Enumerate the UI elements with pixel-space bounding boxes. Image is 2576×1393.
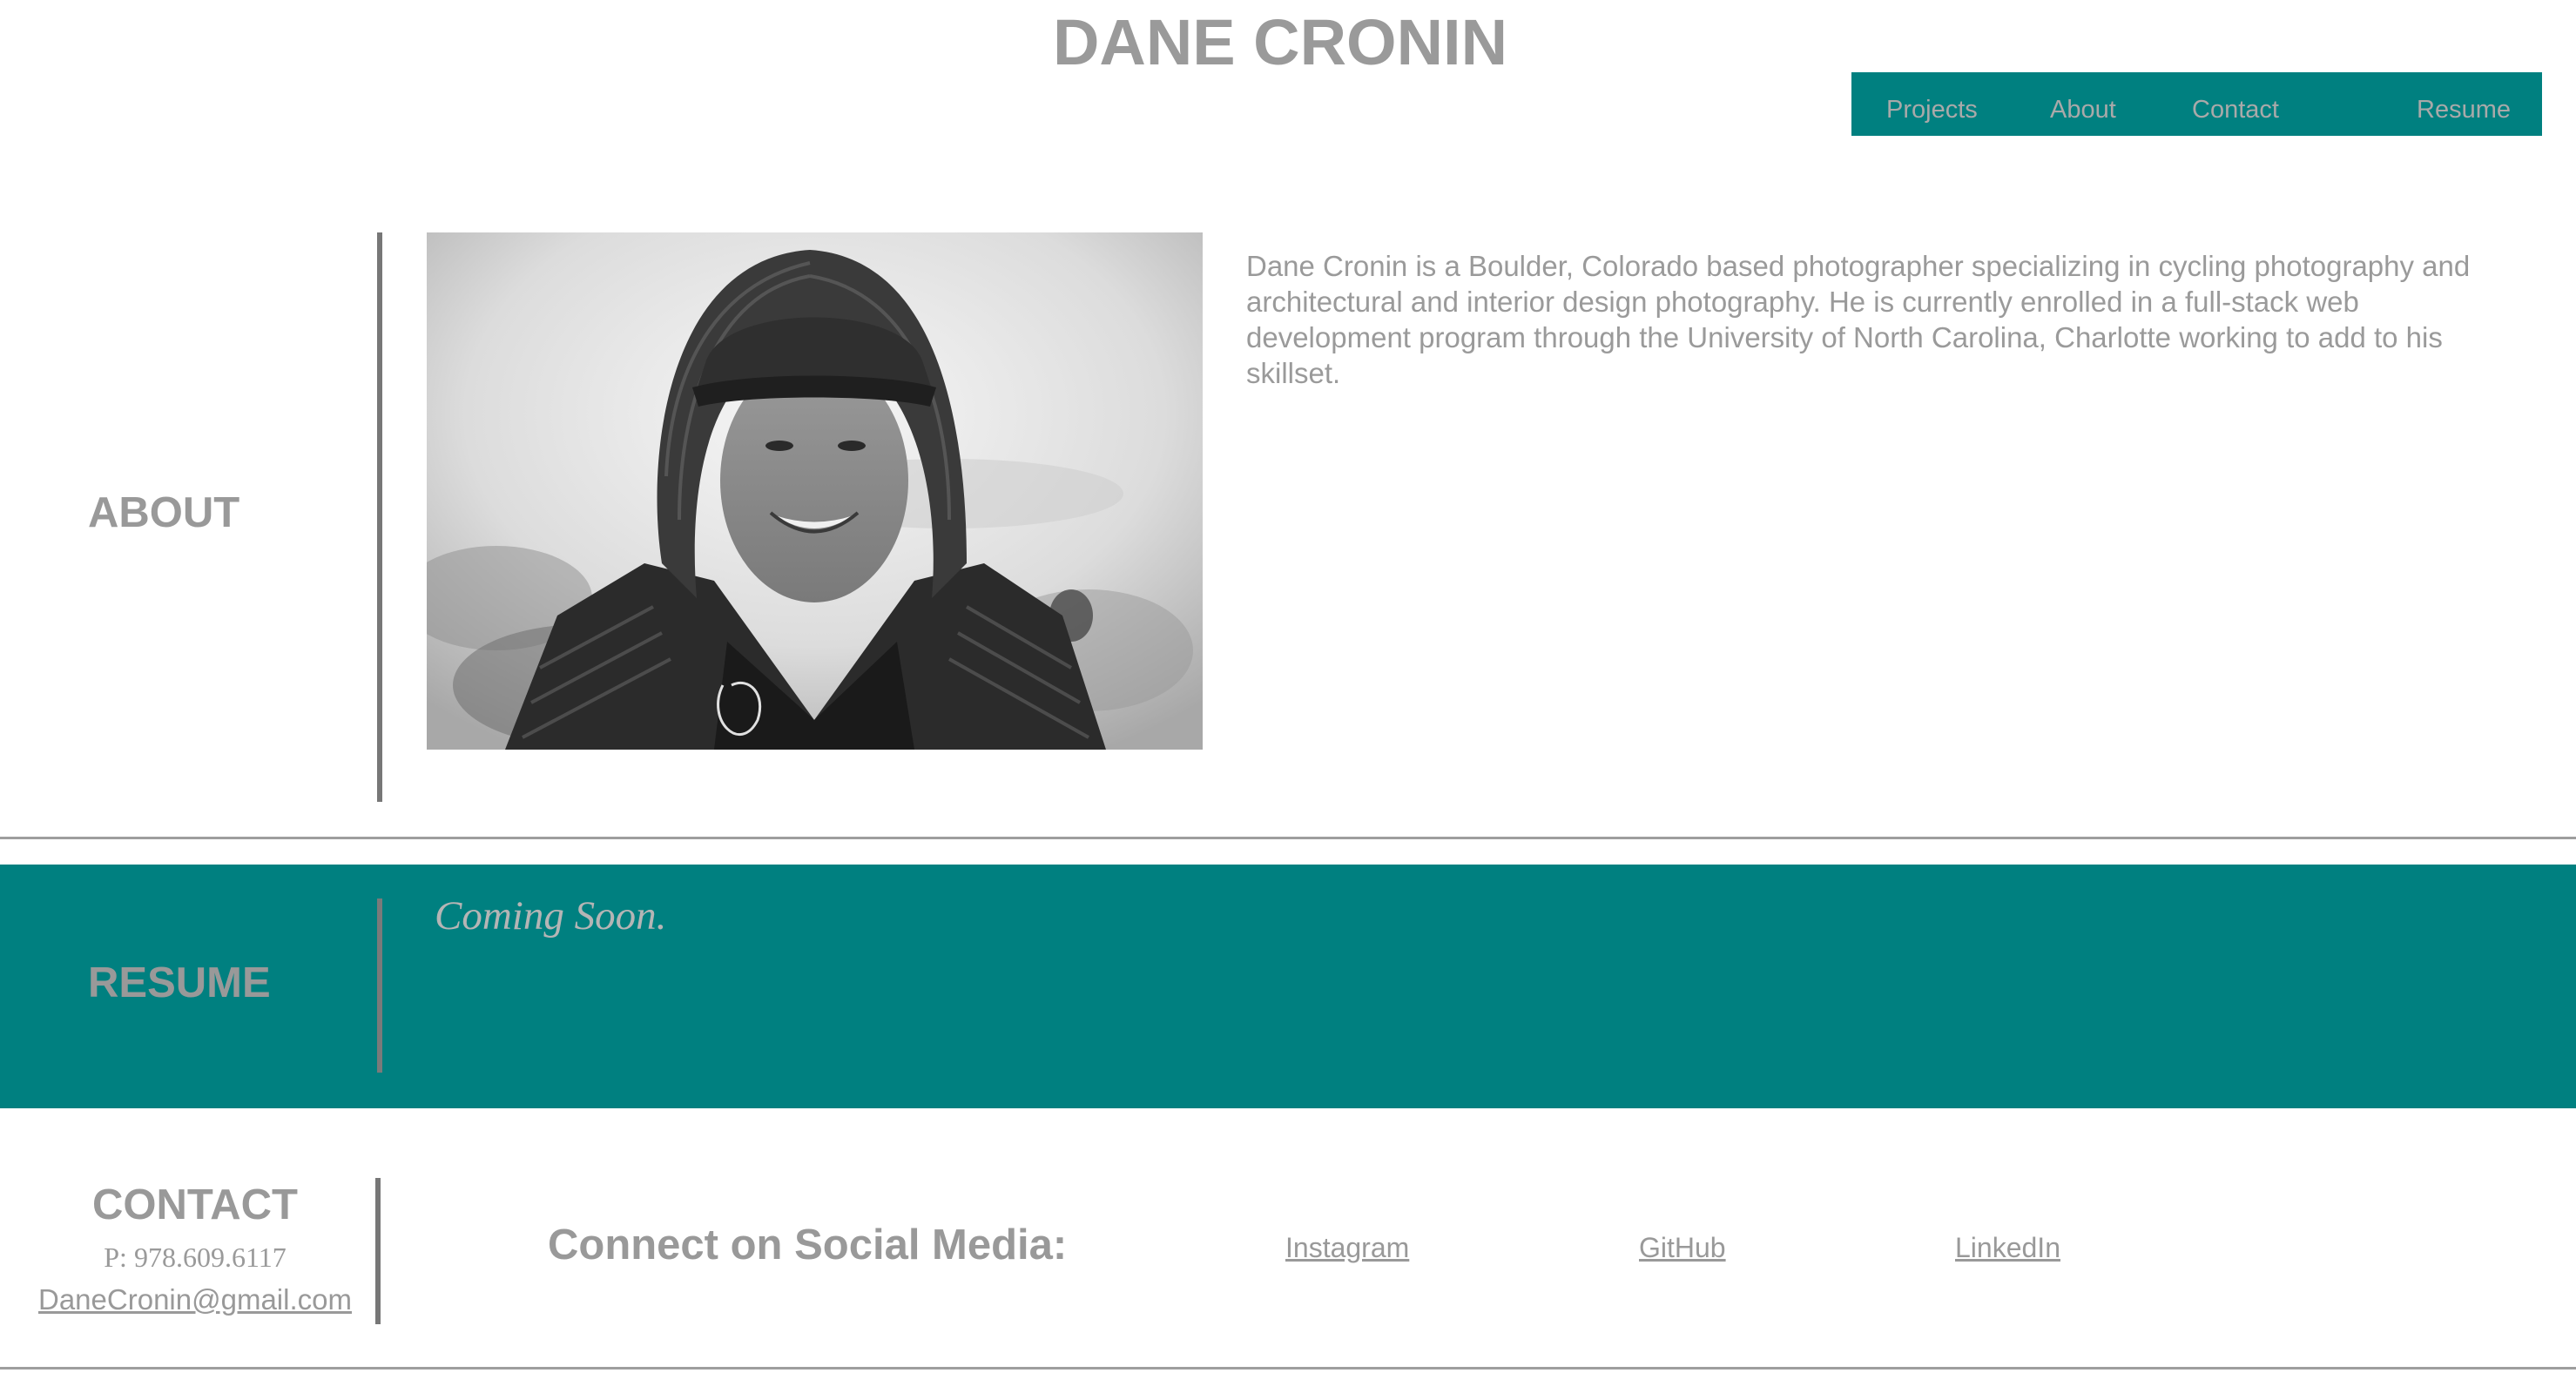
navbar: Projects About Contact Resume [1851, 72, 2542, 136]
about-divider [377, 232, 382, 802]
github-link[interactable]: GitHub [1639, 1234, 1726, 1262]
resume-divider [377, 898, 382, 1073]
contact-heading: CONTACT [92, 1181, 298, 1228]
nav-link-projects[interactable]: Projects [1886, 98, 1978, 123]
contact-phone: P: 978.609.6117 [104, 1242, 287, 1273]
about-heading: ABOUT [88, 489, 240, 536]
contact-email-link[interactable]: DaneCronin@gmail.com [0, 1285, 390, 1314]
linkedin-link[interactable]: LinkedIn [1955, 1234, 2060, 1262]
divider-footer [0, 1367, 2576, 1369]
social-heading: Connect on Social Media: [548, 1221, 1068, 1269]
contact-divider [375, 1178, 381, 1324]
instagram-link[interactable]: Instagram [1285, 1234, 1409, 1262]
divider-about-resume [0, 837, 2576, 839]
nav-link-resume[interactable]: Resume [2417, 98, 2511, 123]
about-bio: Dane Cronin is a Boulder, Colorado based… [1246, 250, 2471, 389]
page: DANE CRONIN Projects About Contact Resum… [0, 0, 2576, 1393]
site-title: DANE CRONIN [1052, 6, 1508, 78]
nav-link-contact[interactable]: Contact [2192, 98, 2279, 123]
profile-photo [427, 232, 1203, 750]
resume-heading: RESUME [88, 959, 271, 1006]
resume-status: Coming Soon. [435, 893, 667, 939]
nav-link-about[interactable]: About [2050, 98, 2116, 123]
resume-section [0, 865, 2576, 1108]
